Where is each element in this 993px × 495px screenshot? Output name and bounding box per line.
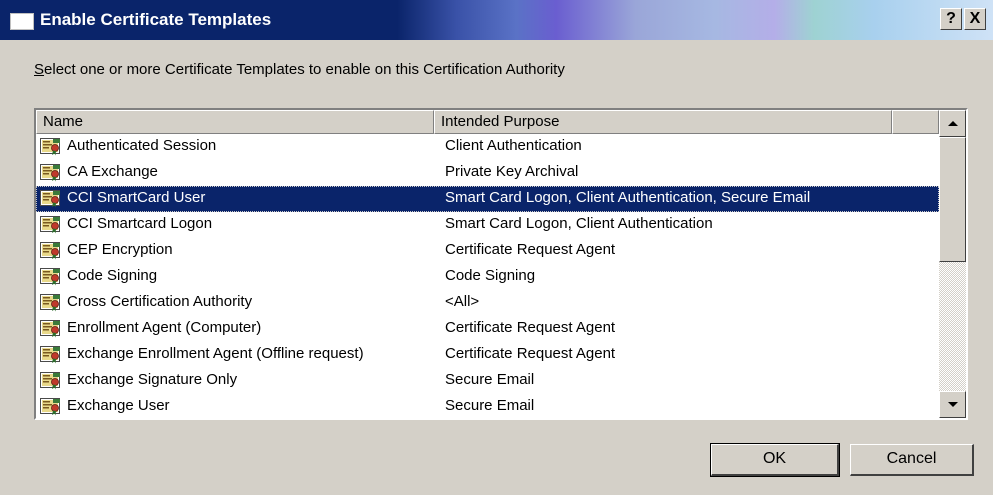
template-name-cell: Exchange User (67, 397, 170, 414)
table-row[interactable]: CEP Encryption Certificate Request Agent (36, 238, 939, 264)
scroll-up-button[interactable] (939, 110, 966, 137)
certificate-template-icon (40, 293, 62, 312)
template-name-cell: CEP Encryption (67, 241, 173, 258)
intended-purpose-cell: Secure Email (445, 397, 535, 414)
template-name-cell: Enrollment Agent (Computer) (67, 319, 262, 336)
template-name-cell: Exchange Enrollment Agent (Offline reque… (67, 345, 364, 362)
scroll-down-button[interactable] (939, 391, 966, 418)
table-row[interactable]: Enrollment Agent (Computer) Certificate R… (36, 316, 939, 342)
template-name-cell: CA Exchange (67, 163, 158, 180)
certificate-template-icon (40, 137, 62, 156)
intended-purpose-cell: Code Signing (445, 267, 536, 284)
ok-button[interactable]: OK (710, 443, 840, 477)
window-icon (10, 13, 34, 30)
table-row[interactable]: Exchange Signature Only Secure Email (36, 368, 939, 394)
certificate-template-icon (40, 345, 62, 364)
intended-purpose-cell: Private Key Archival (445, 163, 579, 180)
certificate-template-icon (40, 267, 62, 286)
window-title: Enable Certificate Templates (40, 10, 272, 29)
certificate-template-icon (40, 319, 62, 338)
template-name-cell: CCI Smartcard Logon (67, 215, 213, 232)
arrow-up-icon (948, 121, 958, 126)
intended-purpose-cell: Certificate Request Agent (445, 319, 616, 336)
help-button[interactable]: ? (940, 8, 962, 30)
template-name-cell: Authenticated Session (67, 137, 217, 154)
selection-focus-outline (36, 186, 939, 212)
template-name-cell: Exchange Signature Only (67, 371, 238, 388)
arrow-down-icon (948, 402, 958, 407)
column-header-name[interactable]: Name (36, 110, 434, 134)
template-name-cell: Code Signing (67, 267, 158, 284)
table-row[interactable]: Exchange User Secure Email (36, 394, 939, 418)
instruction-mnemonic: S (34, 61, 45, 78)
instruction-text: elect one or more Certificate Templates … (44, 61, 565, 78)
table-row[interactable]: Authenticated Session Client Authenticati… (36, 134, 939, 160)
column-header-intended-purpose[interactable]: Intended Purpose (434, 110, 892, 134)
vertical-scrollbar[interactable] (939, 110, 966, 418)
list-rows: Authenticated Session Client Authenticati… (36, 134, 939, 418)
intended-purpose-cell: Certificate Request Agent (445, 345, 616, 362)
certificate-templates-list[interactable]: Name Intended Purpose Authenticated Sess… (34, 108, 968, 420)
intended-purpose-cell: Client Authentication (445, 137, 582, 154)
certificate-template-icon (40, 215, 62, 234)
table-row[interactable]: CA Exchange Private Key Archival (36, 160, 939, 186)
cancel-button[interactable]: Cancel (850, 444, 974, 476)
list-header: Name Intended Purpose (36, 110, 966, 134)
table-row[interactable]: Exchange Enrollment Agent (Offline reque… (36, 342, 939, 368)
title-bar[interactable]: Enable Certificate Templates ? X (0, 0, 993, 40)
enable-certificate-templates-dialog: Enable Certificate Templates ? X Select … (0, 0, 993, 495)
table-row[interactable]: Code Signing Code Signing (36, 264, 939, 290)
instruction-label: Select one or more Certificate Templates… (34, 60, 565, 80)
certificate-template-icon (40, 163, 62, 182)
intended-purpose-cell: Smart Card Logon, Client Authentication (445, 215, 713, 232)
column-header-filler (892, 110, 939, 134)
certificate-template-icon (40, 241, 62, 260)
intended-purpose-cell: Secure Email (445, 371, 535, 388)
intended-purpose-cell: <All> (445, 293, 480, 310)
certificate-template-icon (40, 371, 62, 390)
table-row[interactable]: CCI Smartcard Logon Smart Card Logon, Cli… (36, 212, 939, 238)
table-row[interactable]: CCI SmartCard User Smart Card Logon, Clie… (36, 186, 939, 212)
intended-purpose-cell: Certificate Request Agent (445, 241, 616, 258)
table-row[interactable]: Cross Certification Authority <All> (36, 290, 939, 316)
close-button[interactable]: X (964, 8, 986, 30)
certificate-template-icon (40, 397, 62, 416)
scrollbar-thumb[interactable] (939, 137, 966, 262)
template-name-cell: Cross Certification Authority (67, 293, 253, 310)
